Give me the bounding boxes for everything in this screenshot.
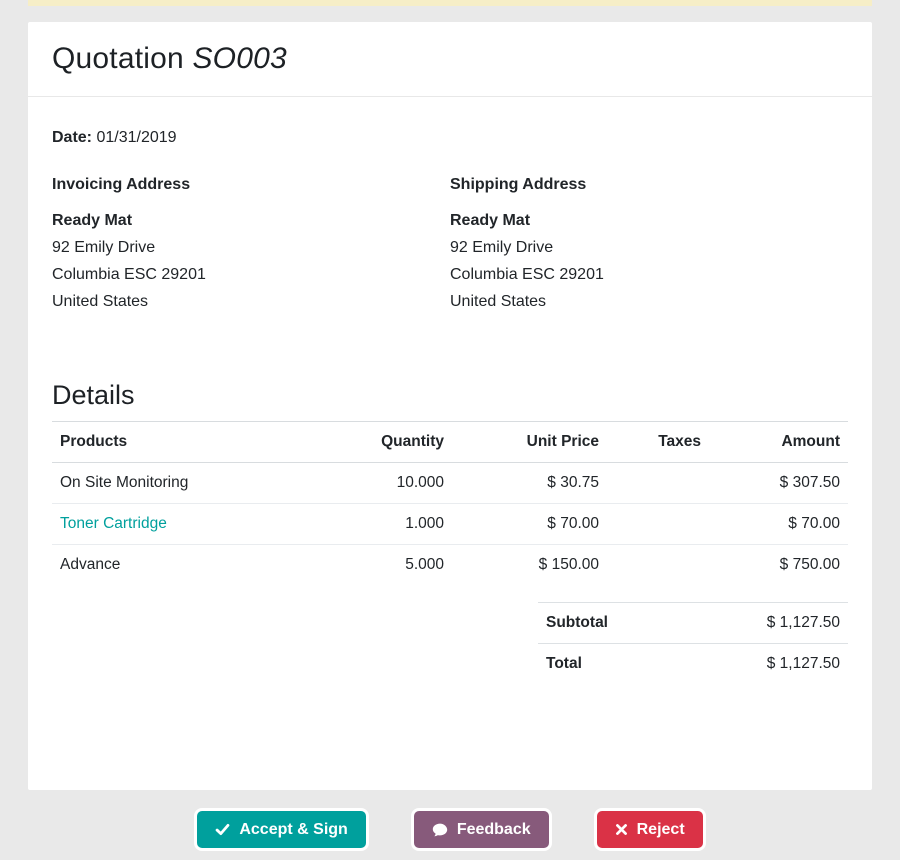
invoicing-address-street: 92 Emily Drive: [52, 234, 450, 261]
card-body: Date: 01/31/2019 Invoicing Address Ready…: [28, 97, 872, 790]
subtotal-label: Subtotal: [538, 603, 683, 644]
subtotal-row: Subtotal $ 1,127.50: [538, 603, 848, 644]
details-heading: Details: [52, 379, 848, 411]
feedback-label: Feedback: [457, 821, 531, 839]
x-icon: [615, 823, 628, 836]
product-link[interactable]: Toner Cartridge: [60, 515, 167, 532]
notification-bar-remnant: [28, 0, 872, 6]
product-unit-price: $ 30.75: [452, 463, 607, 504]
feedback-button[interactable]: Feedback: [411, 808, 552, 851]
page-title-prefix: Quotation: [52, 42, 184, 75]
date-value: 01/31/2019: [96, 129, 176, 146]
page-title: Quotation SO003: [52, 42, 848, 76]
product-name: On Site Monitoring: [52, 463, 352, 504]
shipping-address-name: Ready Mat: [450, 207, 848, 234]
column-header-unit-price: Unit Price: [452, 422, 607, 463]
products-table: Products Quantity Unit Price Taxes Amoun…: [52, 421, 848, 585]
invoicing-address-heading: Invoicing Address: [52, 176, 450, 193]
quotation-date: Date: 01/31/2019: [52, 129, 848, 146]
accept-sign-label: Accept & Sign: [239, 821, 347, 839]
product-unit-price: $ 150.00: [452, 545, 607, 586]
invoicing-address-city: Columbia ESC 29201: [52, 261, 450, 288]
product-amount: $ 307.50: [709, 463, 848, 504]
product-quantity: 5.000: [352, 545, 452, 586]
addresses-section: Invoicing Address Ready Mat 92 Emily Dri…: [52, 176, 848, 315]
table-row: On Site Monitoring 10.000 $ 30.75 $ 307.…: [52, 463, 848, 504]
shipping-address: Shipping Address Ready Mat 92 Emily Driv…: [450, 176, 848, 315]
table-row: Toner Cartridge 1.000 $ 70.00 $ 70.00: [52, 504, 848, 545]
invoicing-address: Invoicing Address Ready Mat 92 Emily Dri…: [52, 176, 450, 315]
product-amount: $ 70.00: [709, 504, 848, 545]
reject-label: Reject: [637, 821, 685, 839]
product-taxes: [607, 545, 709, 586]
total-label: Total: [538, 644, 683, 685]
subtotal-value: $ 1,127.50: [683, 603, 848, 644]
table-row: Advance 5.000 $ 150.00 $ 750.00: [52, 545, 848, 586]
date-label: Date:: [52, 129, 92, 146]
product-unit-price: $ 70.00: [452, 504, 607, 545]
shipping-address-street: 92 Emily Drive: [450, 234, 848, 261]
accept-sign-button[interactable]: Accept & Sign: [194, 808, 368, 851]
product-quantity: 10.000: [352, 463, 452, 504]
product-amount: $ 750.00: [709, 545, 848, 586]
quotation-card: Quotation SO003 Date: 01/31/2019 Invoici…: [28, 22, 872, 790]
check-icon: [215, 822, 230, 837]
product-name: Advance: [52, 545, 352, 586]
total-value: $ 1,127.50: [683, 644, 848, 685]
reject-button[interactable]: Reject: [594, 808, 706, 851]
invoicing-address-name: Ready Mat: [52, 207, 450, 234]
totals-table: Subtotal $ 1,127.50 Total $ 1,127.50: [538, 602, 848, 684]
shipping-address-city: Columbia ESC 29201: [450, 261, 848, 288]
product-taxes: [607, 504, 709, 545]
column-header-quantity: Quantity: [352, 422, 452, 463]
speech-bubble-icon: [432, 822, 448, 838]
card-header: Quotation SO003: [28, 22, 872, 97]
shipping-address-country: United States: [450, 288, 848, 315]
product-quantity: 1.000: [352, 504, 452, 545]
column-header-amount: Amount: [709, 422, 848, 463]
shipping-address-heading: Shipping Address: [450, 176, 848, 193]
invoicing-address-country: United States: [52, 288, 450, 315]
table-header-row: Products Quantity Unit Price Taxes Amoun…: [52, 422, 848, 463]
column-header-products: Products: [52, 422, 352, 463]
total-row: Total $ 1,127.50: [538, 644, 848, 685]
action-buttons: Accept & Sign Feedback Reject: [0, 808, 900, 851]
product-taxes: [607, 463, 709, 504]
column-header-taxes: Taxes: [607, 422, 709, 463]
quotation-reference: SO003: [192, 42, 286, 75]
